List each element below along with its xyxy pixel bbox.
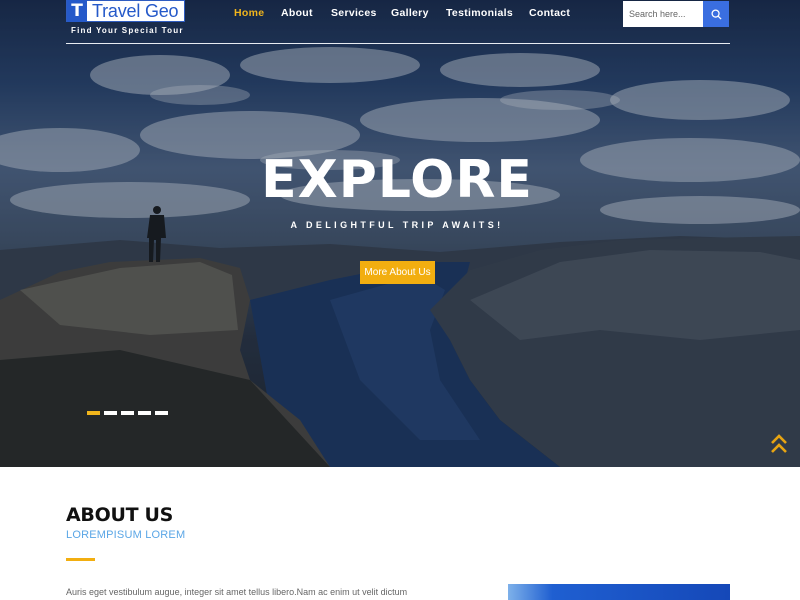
slider-pagination [87,411,168,415]
nav-services[interactable]: Services [331,7,377,19]
search-button[interactable] [703,1,729,27]
slider-dot-3[interactable] [121,411,134,415]
about-image [508,584,730,600]
slider-dot-2[interactable] [104,411,117,415]
more-about-us-button[interactable]: More About Us [360,261,435,284]
hero-background-image [0,0,800,467]
search-icon [710,8,722,20]
scroll-to-top-icon[interactable] [770,432,788,456]
nav-home[interactable]: Home [234,7,264,19]
nav-contact[interactable]: Contact [529,7,570,19]
about-subtitle: LOREMPISUM LOREM [66,529,186,541]
hero-title: EXPLORE [261,150,533,210]
logo-text: Travel Geo [92,0,179,21]
slider-dot-5[interactable] [155,411,168,415]
hero-banner: T Travel Geo Find Your Special Tour Home… [0,0,800,467]
slider-dot-4[interactable] [138,411,151,415]
nav-testimonials[interactable]: Testimonials [446,7,513,19]
nav-about[interactable]: About [281,7,313,19]
logo[interactable]: T Travel Geo [66,0,185,22]
nav-gallery[interactable]: Gallery [391,7,429,19]
about-underline [66,558,95,561]
tagline: Find Your Special Tour [71,26,184,35]
search-input[interactable] [623,1,703,27]
about-paragraph: Auris eget vestibulum augue, integer sit… [66,587,408,597]
slider-dot-1[interactable] [87,411,100,415]
about-title: ABOUT US [66,504,174,526]
hero-subtitle: A DELIGHTFUL TRIP AWAITS! [290,220,504,230]
logo-mark: T [67,0,87,22]
header-divider [66,43,730,44]
